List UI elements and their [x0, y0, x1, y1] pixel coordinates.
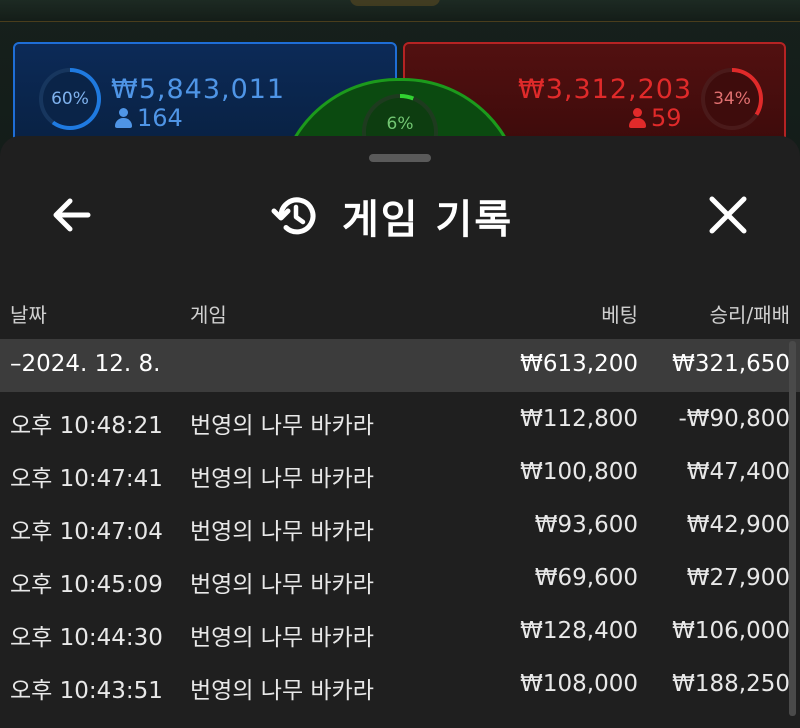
banker-count-wrap: 59: [629, 104, 682, 132]
row-bet: ₩93,600: [534, 512, 638, 538]
table-row[interactable]: 오후 10:47:41 번영의 나무 바카라 ₩100,800 ₩47,400: [0, 447, 800, 500]
table-row[interactable]: 오후 10:43:51 번영의 나무 바카라 ₩108,000 ₩188,250: [0, 659, 800, 712]
table-header: 날짜 게임 베팅 승리/패배: [0, 291, 800, 339]
table-row[interactable]: 오후 10:44:30 번영의 나무 바카라 ₩128,400 ₩106,000: [0, 606, 800, 659]
table-row[interactable]: 오후 10:47:04 번영의 나무 바카라 ₩93,600 ₩42,900: [0, 500, 800, 553]
scrollbar[interactable]: [789, 341, 796, 716]
user-icon: [629, 108, 646, 128]
player-percent-ring: 60%: [39, 68, 101, 130]
row-result: -₩90,800: [678, 406, 790, 432]
row-time: 오후 10:48:21: [10, 413, 163, 439]
page: 60% ₩5,843,011 164 ₩3,312,203 59 34% 6%: [0, 0, 800, 728]
row-time: 오후 10:43:51: [10, 678, 163, 704]
row-time: 오후 10:47:41: [10, 466, 163, 492]
arrow-left-icon: [53, 198, 91, 232]
column-header-game[interactable]: 게임: [190, 299, 227, 328]
close-icon: [709, 196, 747, 234]
top-decoration: [350, 0, 440, 6]
game-history-sheet: 게임 기록 날짜 게임 베팅 승리/패배 –2024. 12. 8. ₩613,…: [0, 136, 800, 728]
user-icon: [115, 108, 132, 128]
player-percent: 60%: [51, 89, 89, 109]
column-header-date[interactable]: 날짜: [10, 299, 47, 328]
column-header-result[interactable]: 승리/패배: [710, 299, 790, 328]
banker-amount: ₩3,312,203: [518, 74, 693, 105]
row-game: 번영의 나무 바카라: [190, 572, 374, 598]
sheet-header: 게임 기록: [270, 188, 513, 244]
row-bet: ₩128,400: [520, 618, 638, 644]
row-game: 번영의 나무 바카라: [190, 519, 374, 545]
page-title: 게임 기록: [342, 197, 514, 243]
back-button[interactable]: [44, 190, 100, 240]
tie-percent: 6%: [386, 114, 414, 134]
row-game: 번영의 나무 바카라: [190, 466, 374, 492]
drag-handle[interactable]: [369, 154, 431, 162]
row-game: 번영의 나무 바카라: [190, 678, 374, 704]
history-icon: [271, 197, 316, 235]
banker-percent: 34%: [713, 89, 751, 109]
banker-count: 59: [651, 104, 682, 132]
top-bar: [0, 0, 800, 22]
row-bet: ₩69,600: [534, 565, 638, 591]
date-group-label: –2024. 12. 8.: [10, 351, 161, 377]
player-count: 164: [137, 104, 183, 132]
row-bet: ₩108,000: [520, 671, 638, 697]
date-group-row[interactable]: –2024. 12. 8. ₩613,200 ₩321,650: [0, 339, 800, 392]
banker-percent-ring: 34%: [701, 68, 763, 130]
row-game: 번영의 나무 바카라: [190, 413, 374, 439]
row-result: ₩106,000: [672, 618, 790, 644]
row-result: ₩47,400: [686, 459, 790, 485]
row-bet: ₩100,800: [520, 459, 638, 485]
close-button[interactable]: [700, 190, 756, 240]
row-time: 오후 10:44:30: [10, 625, 163, 651]
row-result: ₩188,250: [672, 671, 790, 697]
history-rows: 오후 10:48:21 번영의 나무 바카라 ₩112,800 -₩90,800…: [0, 394, 800, 712]
row-game: 번영의 나무 바카라: [190, 625, 374, 651]
column-header-bet[interactable]: 베팅: [601, 299, 638, 328]
row-time: 오후 10:45:09: [10, 572, 163, 598]
table-row[interactable]: 오후 10:48:21 번영의 나무 바카라 ₩112,800 -₩90,800: [0, 394, 800, 447]
row-result: ₩27,900: [686, 565, 790, 591]
table-row[interactable]: 오후 10:45:09 번영의 나무 바카라 ₩69,600 ₩27,900: [0, 553, 800, 606]
row-time: 오후 10:47:04: [10, 519, 163, 545]
row-result: ₩42,900: [686, 512, 790, 538]
date-group-result-total: ₩321,650: [672, 351, 790, 377]
player-count-wrap: 164: [115, 104, 183, 132]
date-group-bet-total: ₩613,200: [520, 351, 638, 377]
row-bet: ₩112,800: [520, 406, 638, 432]
player-amount: ₩5,843,011: [111, 74, 286, 105]
